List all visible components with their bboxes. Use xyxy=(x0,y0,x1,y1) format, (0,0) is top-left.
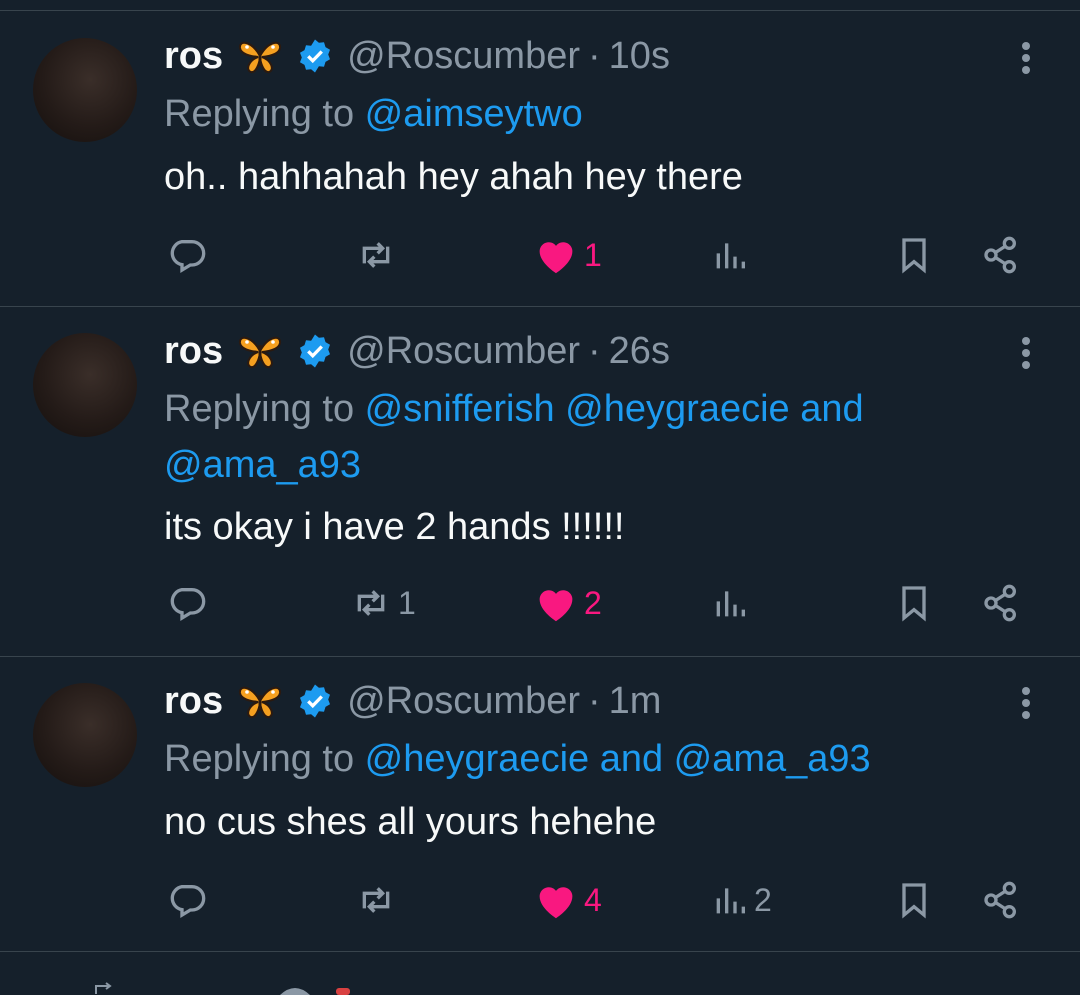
separator: · xyxy=(588,329,601,372)
tweet-actions: 1 xyxy=(0,230,1080,280)
share-icon xyxy=(984,584,1016,622)
share-button[interactable] xyxy=(980,880,1022,920)
views-button[interactable] xyxy=(712,235,754,275)
bookmark-button[interactable] xyxy=(894,235,934,275)
replying-prefix: Replying to xyxy=(164,738,365,780)
timestamp[interactable]: 1m xyxy=(609,680,662,723)
reply-icon xyxy=(170,588,206,621)
tweet-header: ros @Roscumber · 26s xyxy=(164,326,670,376)
bookmark-icon xyxy=(902,238,926,274)
tweet-divider xyxy=(0,306,1080,307)
bookmark-button[interactable] xyxy=(894,583,934,623)
timestamp[interactable]: 26s xyxy=(609,330,670,373)
like-count: 2 xyxy=(584,584,602,621)
retweet-count: 1 xyxy=(398,584,416,621)
bookmark-icon xyxy=(902,586,926,622)
retweet-icon xyxy=(362,242,390,268)
bookmark-button[interactable] xyxy=(894,880,934,920)
tweet-text: no cus shes all yours hehehe xyxy=(164,801,657,843)
next-tweet-partial xyxy=(0,980,1080,995)
butterfly-emoji-icon xyxy=(237,36,283,76)
like-count: 1 xyxy=(584,236,602,273)
replying-to: Replying to @snifferish @heygraecie and … xyxy=(164,381,1044,493)
more-icon[interactable] xyxy=(1016,333,1036,373)
reply-button[interactable] xyxy=(166,235,208,275)
handle[interactable]: @Roscumber xyxy=(347,680,580,723)
views-icon xyxy=(716,591,745,617)
verified-badge-icon[interactable] xyxy=(297,38,333,74)
verified-badge-icon[interactable] xyxy=(297,683,333,719)
like-icon xyxy=(539,590,573,622)
verified-badge-icon[interactable] xyxy=(297,333,333,369)
like-icon xyxy=(539,242,573,274)
like-button[interactable]: 1 xyxy=(534,235,602,275)
like-button[interactable]: 4 xyxy=(534,880,602,920)
retweet-icon xyxy=(357,590,385,616)
views-button[interactable] xyxy=(712,583,754,623)
more-icon[interactable] xyxy=(1016,38,1036,78)
reply-icon xyxy=(170,240,206,273)
handle[interactable]: @Roscumber xyxy=(347,330,580,373)
more-icon[interactable] xyxy=(1016,683,1036,723)
tweet-actions: 1 2 xyxy=(0,578,1080,628)
reply-mentions[interactable]: @aimseytwo xyxy=(365,93,583,135)
display-name[interactable]: ros xyxy=(164,680,223,723)
like-button[interactable]: 2 xyxy=(534,583,602,623)
separator: · xyxy=(588,34,601,77)
tweet-header: ros @Roscumber · 10s xyxy=(164,31,670,81)
tweet-actions: 4 2 xyxy=(0,875,1080,925)
replying-to: Replying to @aimseytwo xyxy=(164,86,1044,142)
display-name[interactable]: ros xyxy=(164,35,223,78)
views-count: 2 xyxy=(754,881,772,918)
bookmark-icon xyxy=(902,883,926,919)
tweet-text: oh.. hahhahah hey ahah hey there xyxy=(164,156,743,198)
replying-prefix: Replying to xyxy=(164,93,365,135)
separator: · xyxy=(588,679,601,722)
share-button[interactable] xyxy=(980,235,1022,275)
avatar[interactable] xyxy=(33,683,137,787)
replying-prefix: Replying to xyxy=(164,388,365,430)
views-icon xyxy=(716,243,745,269)
tweet-text: its okay i have 2 hands !!!!!! xyxy=(164,506,625,548)
avatar[interactable] xyxy=(33,333,137,437)
butterfly-emoji-icon xyxy=(237,681,283,721)
top-divider xyxy=(0,10,1080,11)
retweet-button[interactable] xyxy=(355,880,403,920)
replying-to: Replying to @heygraecie and @ama_a93 xyxy=(164,731,1044,787)
reply-icon xyxy=(170,885,206,918)
tweet-divider xyxy=(0,951,1080,952)
retweet-icon xyxy=(362,887,390,913)
display-name[interactable]: ros xyxy=(164,330,223,373)
like-icon xyxy=(539,887,573,919)
share-button[interactable] xyxy=(980,583,1022,623)
views-icon xyxy=(716,888,745,914)
handle[interactable]: @Roscumber xyxy=(347,35,580,78)
reply-mentions[interactable]: @heygraecie and @ama_a93 xyxy=(365,738,871,780)
reply-button[interactable] xyxy=(166,583,208,623)
tweet-header: ros @Roscumber · 1m xyxy=(164,676,661,726)
retweet-button[interactable] xyxy=(355,235,403,275)
timestamp[interactable]: 10s xyxy=(609,35,670,78)
share-icon xyxy=(984,881,1016,919)
avatar[interactable] xyxy=(33,38,137,142)
tweet-divider xyxy=(0,656,1080,657)
retweet-button[interactable]: 1 xyxy=(350,583,416,623)
reply-button[interactable] xyxy=(166,880,208,920)
views-button[interactable]: 2 xyxy=(712,880,772,920)
like-count: 4 xyxy=(584,881,602,918)
butterfly-emoji-icon xyxy=(237,331,283,371)
share-icon xyxy=(984,236,1016,274)
